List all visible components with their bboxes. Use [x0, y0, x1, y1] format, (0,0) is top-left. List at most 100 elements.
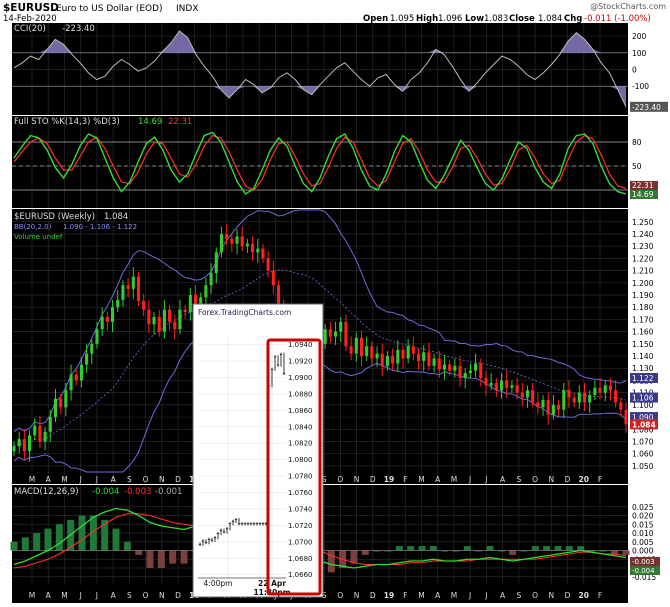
- sto-y-tick-label: 50: [632, 162, 642, 171]
- cci-y-tick-label: 100: [632, 49, 647, 58]
- low-label: Low: [465, 14, 484, 24]
- cci-y-tick-label: -100: [632, 82, 649, 91]
- price-x-tick-label: N: [549, 475, 555, 484]
- macd-x-tick-label: A: [46, 591, 52, 600]
- candle-body: [69, 374, 73, 391]
- candle-body: [411, 346, 415, 354]
- candle-body: [499, 380, 504, 391]
- macd-histogram-bar: [531, 546, 539, 551]
- candle-body: [22, 439, 26, 452]
- macd-last-value-label: -0.004: [632, 567, 655, 575]
- candle-body: [339, 321, 343, 332]
- candle-body: [266, 258, 270, 271]
- candle-body: [256, 248, 260, 253]
- macd-x-tick-label: N: [549, 591, 555, 600]
- candle-body: [422, 352, 426, 361]
- price-x-tick-label: A: [500, 475, 506, 484]
- candle-body: [572, 397, 576, 403]
- macd-y-tick-label: 0.025: [632, 503, 654, 512]
- price-y-tick-label: 1.140: [632, 352, 654, 361]
- macd-x-tick-label: M: [451, 591, 457, 600]
- candle-body: [178, 309, 182, 330]
- macd-histogram-bar: [429, 546, 437, 551]
- candle-body: [608, 385, 612, 391]
- candle-body: [323, 329, 327, 344]
- candle-body: [147, 309, 151, 325]
- candle-body: [48, 417, 52, 432]
- price-x-tick-label: N: [159, 475, 165, 484]
- candle-body: [17, 439, 21, 447]
- candle-body: [251, 243, 255, 253]
- macd-histogram-bar: [180, 550, 188, 564]
- candle-body: [344, 321, 348, 347]
- candle-body: [59, 398, 63, 408]
- macd-histogram-bar: [112, 528, 120, 551]
- inset-source: Forex.TradingCharts.com: [198, 308, 291, 317]
- candle-body: [162, 309, 166, 332]
- macd-x-tick-label: F: [403, 591, 407, 600]
- candle-body: [235, 236, 239, 244]
- candle-body: [551, 404, 555, 415]
- macd-histogram-bar: [565, 546, 573, 551]
- cci-y-tick-label: 0: [632, 66, 637, 75]
- candle-body: [116, 299, 120, 308]
- price-marker-label: 1.106: [632, 394, 654, 403]
- candle-body: [90, 343, 94, 354]
- ohlc-summary: Open 1.095 High 1.096 Low 1.083 Close 1.…: [363, 14, 651, 24]
- macd-histogram-bar: [463, 546, 471, 551]
- price-y-tick-label: 1.180: [632, 303, 654, 312]
- price-y-tick-label: 1.220: [632, 254, 654, 263]
- candle-body: [448, 364, 452, 371]
- price-marker-label: 1.084: [632, 420, 656, 429]
- candle-body: [110, 307, 115, 322]
- candle-body: [567, 390, 571, 398]
- price-y-tick-label: 1.230: [632, 242, 654, 251]
- inset-y-tick-label: 1.0820: [288, 440, 313, 448]
- candle-body: [214, 252, 218, 274]
- candle-body: [173, 321, 177, 330]
- price-y-tick-label: 1.160: [632, 328, 654, 337]
- macd-y-tick-label: 0.010: [632, 529, 654, 538]
- price-y-tick-label: 1.070: [632, 437, 654, 446]
- macd-x-tick-label: S: [516, 591, 521, 600]
- price-x-tick-label: S: [516, 475, 521, 484]
- macd-x-tick-label: D: [565, 591, 571, 600]
- macd-histogram-bar: [21, 537, 29, 551]
- price-x-tick-label: J: [468, 475, 471, 484]
- candle-body: [121, 285, 125, 300]
- price-x-tick-label: D: [565, 475, 571, 484]
- price-y-tick-label: 1.210: [632, 267, 654, 276]
- inset-y-tick-label: 1.0680: [288, 555, 313, 563]
- cci-label: CCI(20): [14, 24, 46, 34]
- candle-body: [271, 270, 275, 286]
- stock-chart: $EURUSD Euro to US Dollar (EOD) INDX @St…: [0, 0, 670, 603]
- open-value: 1.095: [390, 14, 414, 24]
- watermark: @StockCharts.com: [590, 2, 666, 11]
- macd-histogram-bar: [33, 533, 41, 551]
- sto-last-value-label: 14.69: [632, 190, 654, 199]
- candle-body: [515, 385, 519, 393]
- candle-body: [593, 387, 597, 396]
- inset-y-tick-label: 1.0660: [288, 571, 313, 579]
- candle-body: [365, 346, 369, 357]
- candle-body: [468, 370, 472, 374]
- macd-x-tick-label: D: [370, 591, 376, 600]
- candle-body: [328, 329, 332, 337]
- candle-body: [484, 378, 488, 386]
- macd-histogram-bar: [543, 546, 551, 551]
- price-x-tick-label: D: [175, 475, 181, 484]
- candle-body: [105, 316, 109, 322]
- macd-x-tick-label: A: [500, 591, 506, 600]
- inset-y-tick-label: 1.0740: [288, 505, 313, 513]
- candle-body: [458, 365, 462, 379]
- macd-x-tick-label: F: [598, 591, 602, 600]
- high-label: High: [416, 14, 438, 24]
- price-x-tick-label: O: [337, 475, 343, 484]
- candle-body: [416, 353, 421, 361]
- macd-value: -0.004: [92, 487, 119, 497]
- sto-y-tick-label: 80: [632, 138, 642, 147]
- candle-body: [225, 233, 229, 239]
- candle-body: [240, 236, 244, 247]
- candle-body: [85, 353, 89, 365]
- macd-x-tick-label: O: [337, 591, 343, 600]
